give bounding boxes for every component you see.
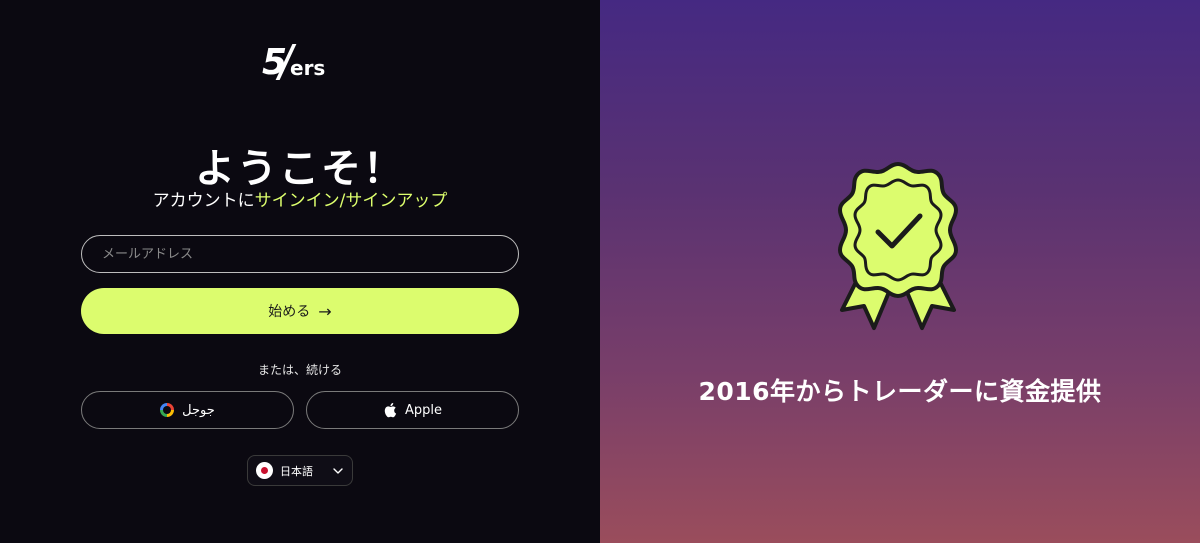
start-button[interactable]: 始める → — [81, 288, 519, 334]
subtitle-prefix: アカウントに — [152, 191, 255, 211]
apple-signin-button[interactable]: Apple — [306, 391, 519, 429]
promo-tagline: 2016年からトレーダーに資金提供 — [698, 377, 1102, 406]
google-icon — [160, 403, 175, 417]
welcome-subtitle: アカウントにサインイン/サインアップ — [0, 186, 600, 211]
subtitle-accent: サインイン/サインアップ — [254, 191, 448, 211]
chevron-down-icon — [333, 467, 343, 474]
apple-icon — [384, 402, 397, 418]
login-panel: 5 ers ようこそ！ アカウントにサインイン/サインアップ 始める → または… — [0, 0, 600, 543]
brand-logo: 5 ers — [262, 42, 338, 84]
google-signin-button[interactable]: جوجل — [81, 391, 294, 429]
apple-label: Apple — [404, 402, 442, 418]
email-field[interactable] — [81, 235, 519, 273]
logo-ers: ers — [290, 56, 326, 80]
award-badge-icon — [838, 162, 958, 330]
language-selector[interactable]: 日本語 — [247, 455, 353, 486]
divider-text: または、続ける — [257, 363, 342, 377]
start-button-label: 始める — [268, 304, 311, 320]
language-label: 日本語 — [280, 464, 313, 478]
japan-flag-icon — [256, 462, 273, 479]
google-label: جوجل — [182, 402, 215, 418]
arrow-right-icon: → — [318, 301, 332, 321]
